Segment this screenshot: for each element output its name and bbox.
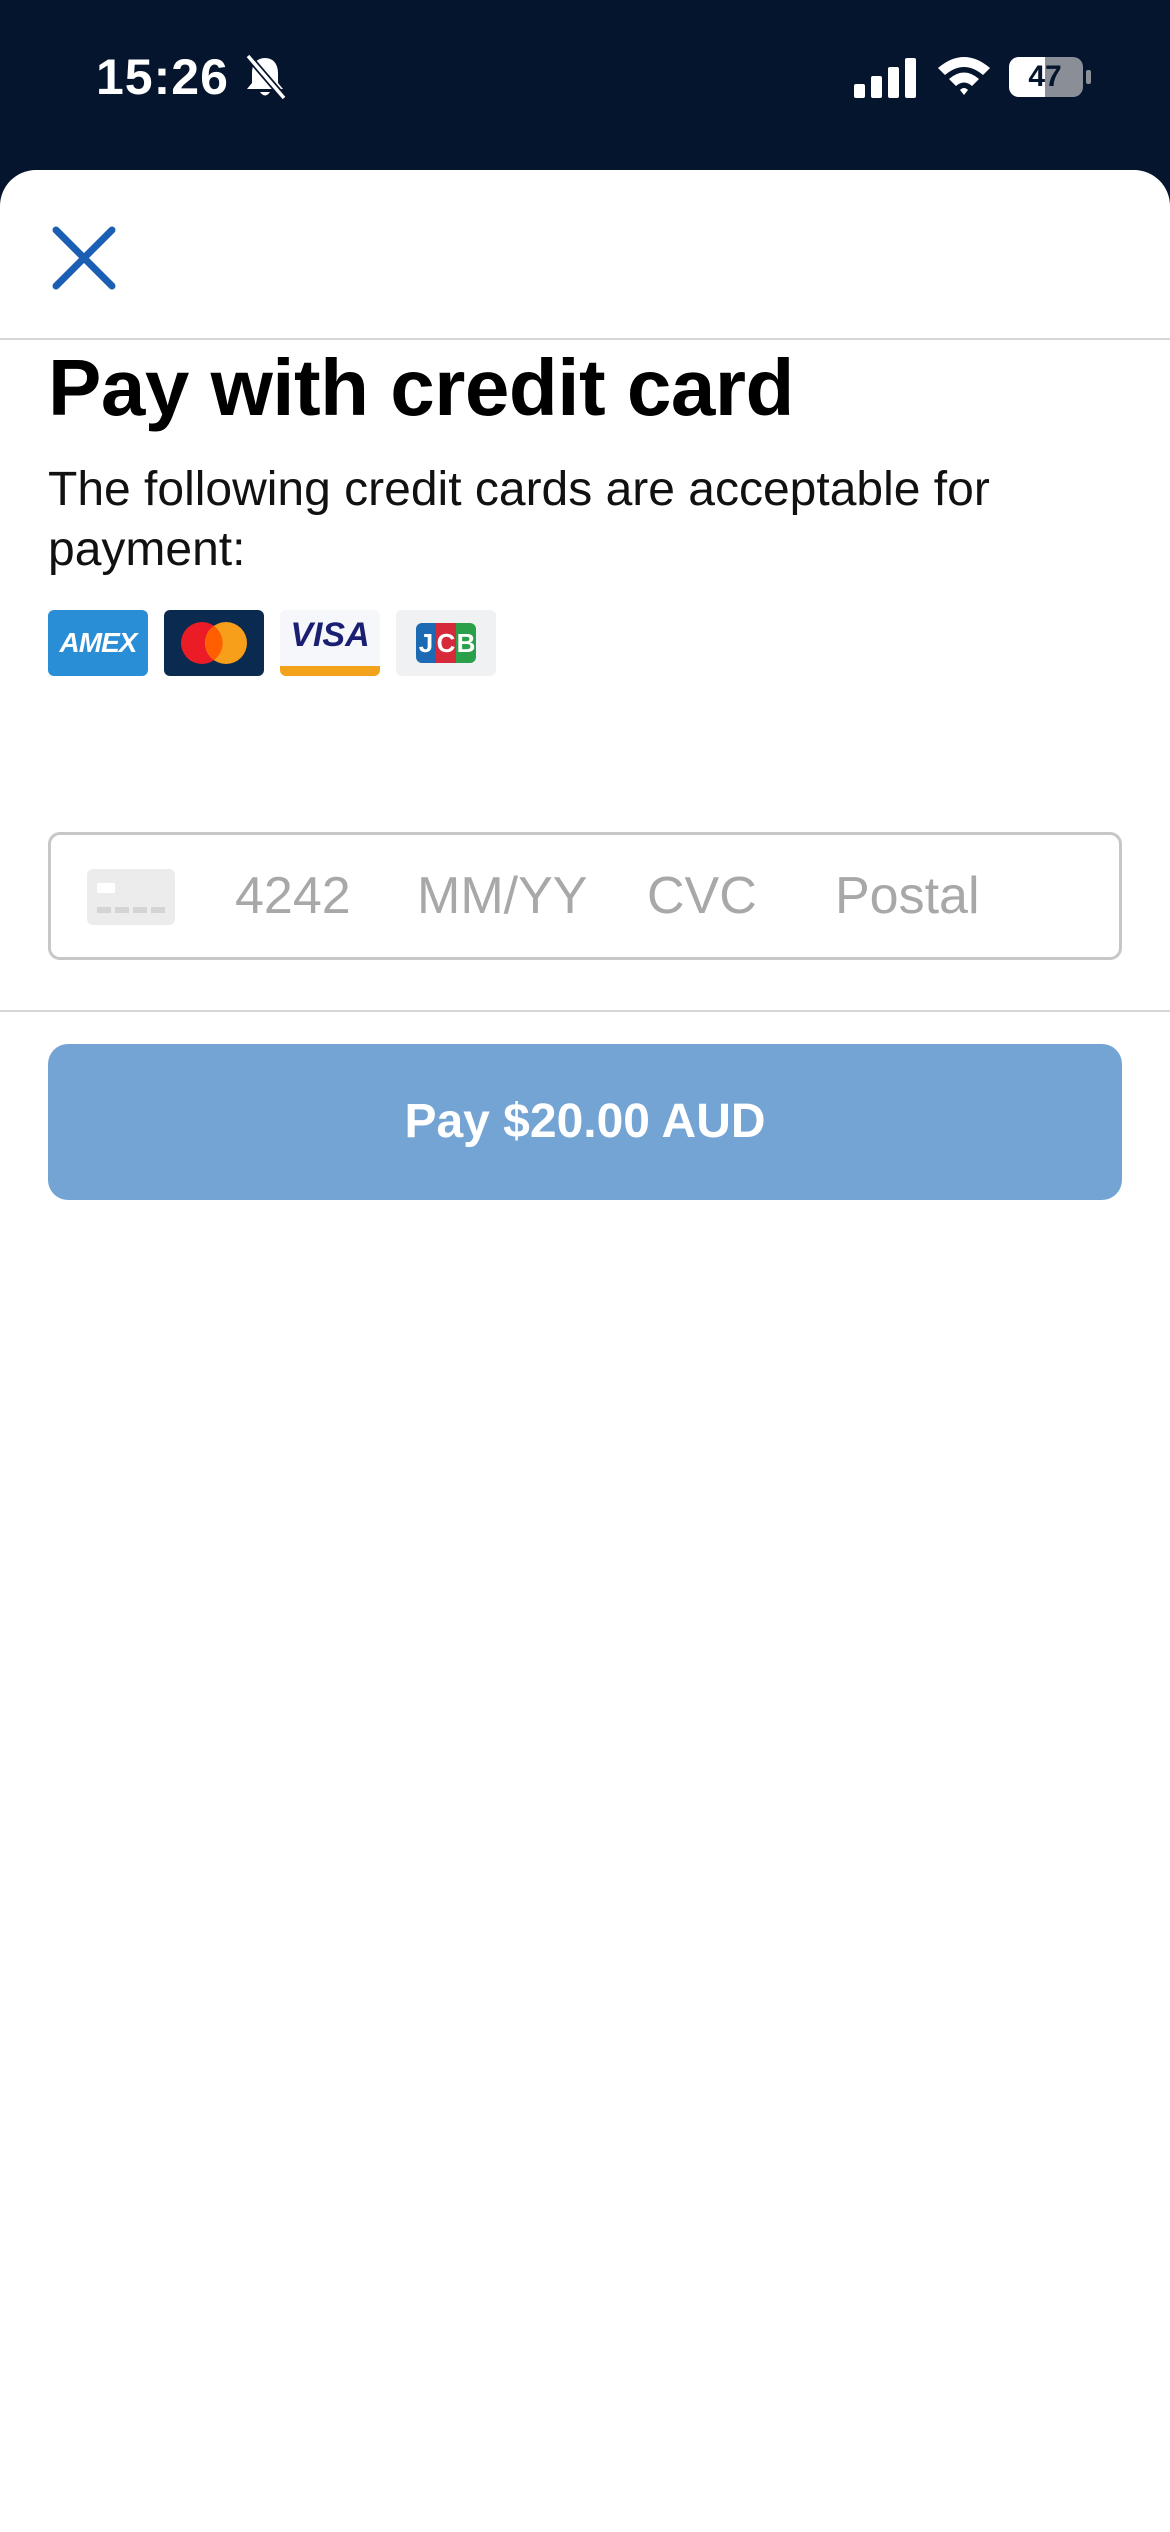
cellular-signal-icon: [854, 56, 916, 98]
visa-stripe: [280, 666, 380, 676]
status-time: 15:26: [96, 49, 229, 105]
status-bar: 15:26 47: [0, 0, 1170, 170]
form-divider: [0, 1010, 1170, 1012]
postal-field[interactable]: Postal: [835, 835, 980, 957]
header-divider: [0, 338, 1170, 340]
bell-slash-icon: [242, 52, 288, 102]
battery-level: 47: [1028, 60, 1062, 93]
accepted-card-logos: AMEX VISA J C B: [48, 610, 496, 676]
page-title: Pay with credit card: [48, 343, 794, 432]
cvc-field[interactable]: CVC: [647, 835, 757, 957]
accepted-cards-description: The following credit cards are acceptabl…: [48, 463, 990, 576]
pay-button[interactable]: Pay $20.00 AUD: [48, 1044, 1122, 1200]
amex-logo-text: AMEX: [59, 627, 138, 658]
visa-logo-icon: VISA: [280, 610, 380, 676]
jcb-letters: J C B: [416, 623, 476, 663]
expiry-field[interactable]: MM/YY: [417, 835, 587, 957]
close-button[interactable]: [40, 214, 128, 302]
visa-logo-text: VISA: [290, 616, 370, 654]
mastercard-logo-icon: [164, 610, 264, 676]
wifi-icon: [936, 52, 992, 98]
card-details-input[interactable]: 4242 MM/YY CVC Postal: [48, 832, 1122, 960]
payment-sheet: Pay with credit card The following credi…: [0, 170, 1170, 2532]
amex-logo-icon: AMEX: [48, 610, 148, 676]
credit-card-icon: [87, 869, 175, 925]
jcb-logo-icon: J C B: [396, 610, 496, 676]
close-icon[interactable]: [40, 214, 128, 302]
card-number-field[interactable]: 4242: [235, 835, 351, 957]
